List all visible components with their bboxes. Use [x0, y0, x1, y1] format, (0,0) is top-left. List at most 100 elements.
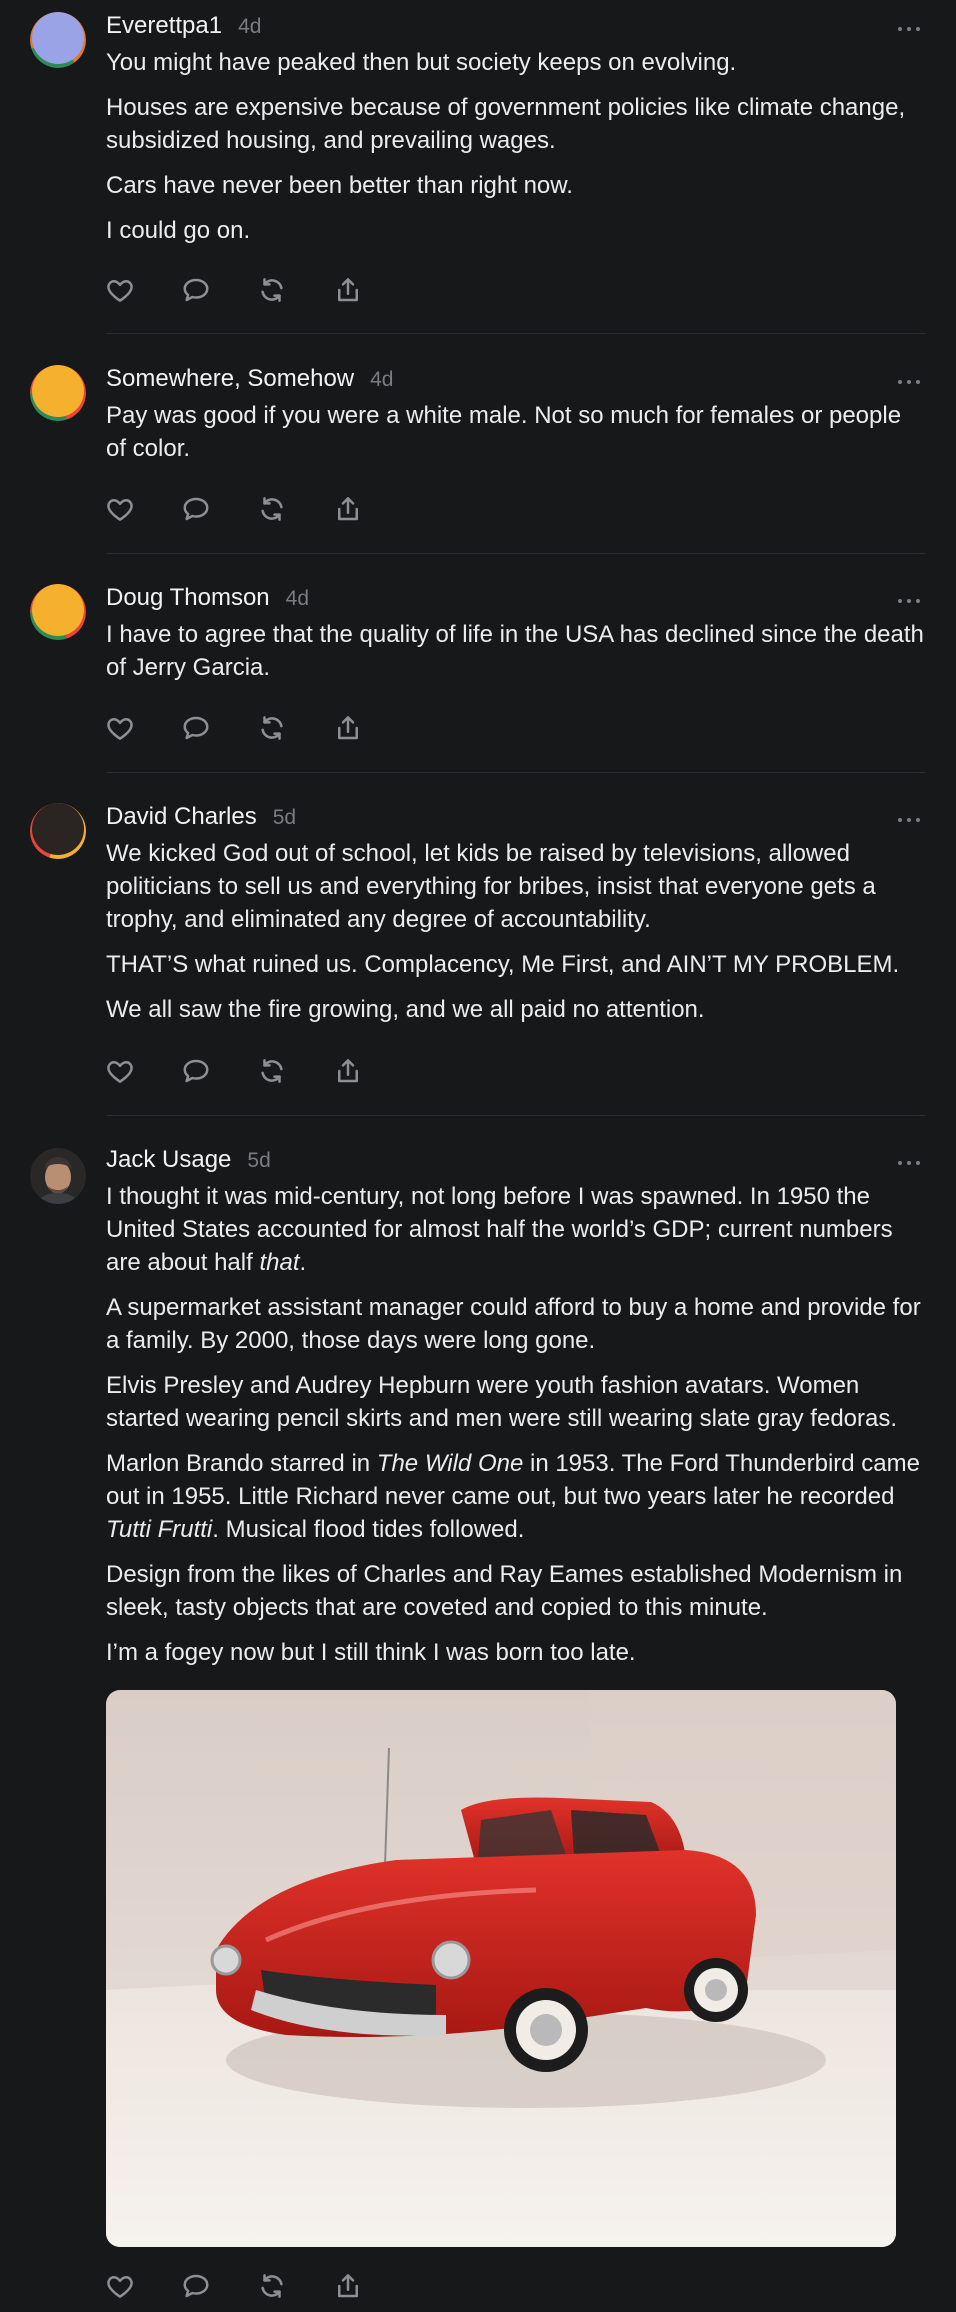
comment-paragraph: Houses are expensive because of governme… — [106, 94, 906, 154]
repost-icon — [261, 497, 283, 521]
reply-button[interactable] — [179, 273, 213, 307]
author-name[interactable]: Somewhere, Somehow — [106, 365, 354, 393]
heart-icon — [107, 718, 133, 740]
repost-button[interactable] — [255, 2269, 289, 2303]
timestamp: 4d — [285, 587, 310, 610]
comment-bubble-icon — [183, 2274, 209, 2298]
action-bar — [103, 272, 407, 308]
share-button[interactable] — [331, 711, 365, 745]
share-icon — [338, 497, 358, 521]
avatar[interactable] — [30, 12, 86, 68]
like-button[interactable] — [103, 2269, 137, 2303]
share-icon — [338, 716, 358, 740]
comment-paragraph: Pay was good if you were a white male. N… — [106, 402, 902, 462]
action-bar — [103, 710, 407, 746]
author-name[interactable]: David Charles — [106, 803, 257, 831]
share-icon — [338, 278, 358, 302]
comment-paragraph: I could go on. — [106, 217, 251, 244]
comment-header: Doug Thomson 4d — [106, 584, 926, 616]
avatar[interactable] — [30, 584, 86, 640]
share-icon — [338, 1059, 358, 1083]
comment-paragraph: Marlon Brando starred in The Wild One in… — [106, 1450, 920, 1543]
comment-header: Jack Usage 5d — [106, 1146, 926, 1178]
avatar[interactable] — [30, 803, 86, 859]
comment-paragraph: Elvis Presley and Audrey Hepburn were yo… — [106, 1372, 898, 1432]
share-icon — [338, 2274, 358, 2298]
author-name[interactable]: Everettpa1 — [106, 12, 222, 40]
timestamp: 5d — [272, 806, 297, 829]
heart-icon — [107, 499, 133, 521]
repost-button[interactable] — [255, 711, 289, 745]
more-dots-icon[interactable] — [898, 598, 920, 604]
comment-paragraph: A supermarket assistant manager could af… — [106, 1294, 921, 1354]
repost-icon — [261, 716, 283, 740]
timestamp: 4d — [370, 368, 394, 391]
repost-button[interactable] — [255, 273, 289, 307]
red-classic-car-image — [106, 1690, 896, 2247]
action-bar — [103, 1053, 407, 1089]
repost-button[interactable] — [255, 492, 289, 526]
share-button[interactable] — [331, 2269, 365, 2303]
comment: Everettpa1 4d You might have peaked then… — [0, 12, 956, 259]
comment: Jack Usage 5d I thought it was mid-centu… — [0, 1146, 956, 1681]
like-button[interactable] — [103, 492, 137, 526]
comment-paragraph: I thought it was mid-century, not long b… — [106, 1183, 893, 1276]
comment: Doug Thomson 4d I have to agree that the… — [0, 584, 956, 696]
action-bar — [103, 491, 407, 527]
like-button[interactable] — [103, 711, 137, 745]
repost-icon — [261, 278, 283, 302]
divider — [106, 772, 926, 773]
share-button[interactable] — [331, 273, 365, 307]
reply-button[interactable] — [179, 492, 213, 526]
author-name[interactable]: Doug Thomson — [106, 584, 270, 612]
comment-bubble-icon — [183, 1059, 209, 1083]
comment-paragraph: We kicked God out of school, let kids be… — [106, 840, 876, 933]
comment-paragraph: Design from the likes of Charles and Ray… — [106, 1561, 903, 1621]
more-dots-icon[interactable] — [898, 1160, 920, 1166]
comment-paragraph: I have to agree that the quality of life… — [106, 621, 924, 681]
more-dots-icon[interactable] — [898, 817, 920, 823]
share-button[interactable] — [331, 1054, 365, 1088]
divider — [106, 553, 926, 554]
like-button[interactable] — [103, 1054, 137, 1088]
divider — [106, 333, 926, 334]
timestamp: 5d — [247, 1149, 271, 1172]
author-name[interactable]: Jack Usage — [106, 1146, 231, 1174]
comment-header: Somewhere, Somehow 4d — [106, 365, 926, 397]
comment-bubble-icon — [183, 497, 209, 521]
comment: David Charles 5d We kicked God out of sc… — [0, 803, 956, 1038]
comment-header: David Charles 5d — [106, 803, 926, 835]
reply-button[interactable] — [179, 711, 213, 745]
comment-header: Everettpa1 4d — [106, 12, 926, 44]
repost-button[interactable] — [255, 1054, 289, 1088]
divider — [106, 1115, 926, 1116]
comment-body: I thought it was mid-century, not long b… — [106, 1178, 926, 1669]
comment-paragraph: THAT’S what ruined us. Complacency, Me F… — [106, 951, 900, 978]
comment-body: I have to agree that the quality of life… — [106, 616, 926, 684]
more-dots-icon[interactable] — [898, 379, 920, 385]
repost-icon — [261, 1059, 283, 1083]
avatar[interactable] — [30, 365, 86, 421]
more-dots-icon[interactable] — [898, 26, 920, 32]
comment-paragraph: I’m a fogey now but I still think I was … — [106, 1639, 636, 1666]
heart-icon — [107, 280, 133, 302]
repost-icon — [261, 2274, 283, 2298]
comment-body: Pay was good if you were a white male. N… — [106, 397, 926, 465]
share-button[interactable] — [331, 492, 365, 526]
like-button[interactable] — [103, 273, 137, 307]
comment-body: We kicked God out of school, let kids be… — [106, 835, 926, 1026]
comment-bubble-icon — [183, 278, 209, 302]
attached-photo[interactable] — [106, 1690, 896, 2247]
comment-paragraph: We all saw the fire growing, and we all … — [106, 996, 705, 1023]
reply-button[interactable] — [179, 1054, 213, 1088]
comment-paragraph: Cars have never been better than right n… — [106, 172, 573, 199]
heart-icon — [107, 2276, 133, 2298]
comment-paragraph: You might have peaked then but society k… — [106, 49, 737, 76]
reply-button[interactable] — [179, 2269, 213, 2303]
timestamp: 4d — [238, 15, 262, 38]
action-bar — [103, 2268, 407, 2304]
avatar[interactable] — [30, 1148, 86, 1204]
comment-body: You might have peaked then but society k… — [106, 44, 926, 247]
comment: Somewhere, Somehow 4d Pay was good if yo… — [0, 365, 956, 477]
comment-bubble-icon — [183, 716, 209, 740]
